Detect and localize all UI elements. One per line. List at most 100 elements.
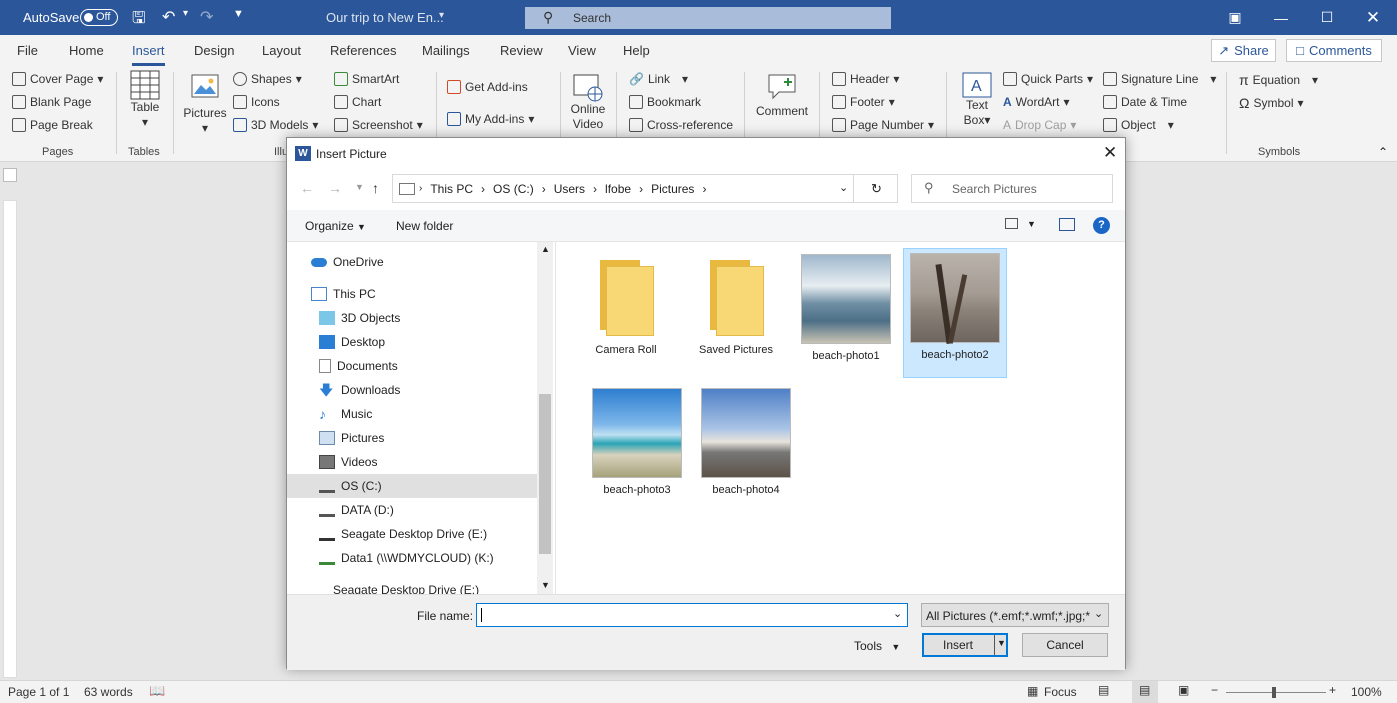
search-box[interactable]: ⚲ Search <box>525 7 891 29</box>
dialog-close-icon[interactable]: ✕ <box>1103 143 1117 163</box>
comment-button[interactable]: Comment <box>754 72 810 119</box>
change-view-icon[interactable] <box>1005 218 1018 229</box>
chevron-down-icon[interactable]: ⌄ <box>893 607 902 620</box>
nav-item-pictures[interactable]: Pictures <box>287 426 537 450</box>
tab-home[interactable]: Home <box>69 43 104 58</box>
insert-button[interactable]: Insert ▼ <box>922 633 1008 657</box>
nav-item-seagate-e[interactable]: Seagate Desktop Drive (E:) <box>287 522 537 546</box>
cross-reference-button[interactable]: Cross-reference <box>629 118 733 132</box>
page-break-button[interactable]: Page Break <box>12 118 93 132</box>
page-count[interactable]: Page 1 of 1 <box>8 685 69 699</box>
signature-line-button[interactable]: Signature Line ▾ <box>1103 72 1216 86</box>
redo-icon[interactable]: ↷ <box>200 7 213 27</box>
blank-page-button[interactable]: Blank Page <box>12 95 91 109</box>
footer-button[interactable]: Footer ▾ <box>832 95 895 109</box>
address-bar[interactable]: › This PC › OS (C:) › Users › lfobe › Pictur… <box>392 174 898 203</box>
cover-page-button[interactable]: Cover Page ▾ <box>12 72 103 86</box>
file-item-beach-photo3[interactable]: beach-photo3 <box>585 384 689 504</box>
breadcrumb-users[interactable]: Users <box>554 182 585 196</box>
autosave-toggle[interactable]: Off <box>80 9 118 26</box>
tab-review[interactable]: Review <box>500 43 543 58</box>
tab-references[interactable]: References <box>330 43 396 58</box>
nav-item-onedrive[interactable]: OneDrive <box>287 250 537 274</box>
drop-cap-button[interactable]: A Drop Cap ▾ <box>1003 118 1076 132</box>
organize-button[interactable]: Organize ▼ <box>305 219 366 233</box>
file-type-select[interactable]: All Pictures (*.emf;*.wmf;*.jpg;* ⌄ <box>921 603 1109 627</box>
quick-parts-button[interactable]: Quick Parts ▾ <box>1003 72 1093 86</box>
wordart-button[interactable]: A WordArt ▾ <box>1003 95 1070 109</box>
object-button[interactable]: Object ▾ <box>1103 118 1174 132</box>
up-folder-icon[interactable]: ↑ <box>372 180 379 196</box>
nav-item-documents[interactable]: Documents <box>287 354 537 378</box>
tab-file[interactable]: File <box>17 43 38 58</box>
undo-dropdown-icon[interactable]: ▾ <box>183 8 188 19</box>
link-button[interactable]: 🔗 Link ▾ <box>629 72 688 86</box>
zoom-in-icon[interactable]: + <box>1329 683 1336 697</box>
nav-item-os-c[interactable]: OS (C:) <box>287 474 537 498</box>
nav-item-music[interactable]: ♪ Music <box>287 402 537 426</box>
save-icon[interactable]: 🖫 <box>132 7 146 34</box>
scroll-down-icon[interactable]: ▼ <box>541 580 550 590</box>
maximize-button[interactable]: ☐ <box>1304 0 1350 35</box>
smartart-button[interactable]: SmartArt <box>334 72 399 86</box>
zoom-out-icon[interactable]: − <box>1211 683 1218 697</box>
share-button[interactable]: ↗ Share <box>1211 39 1276 62</box>
nav-item-desktop[interactable]: Desktop <box>287 330 537 354</box>
text-box-button[interactable]: A Text Box▾ <box>956 72 998 128</box>
focus-label[interactable]: Focus <box>1044 685 1077 699</box>
file-item-beach-photo2[interactable]: beach-photo2 <box>903 248 1007 378</box>
page-number-button[interactable]: Page Number ▾ <box>832 118 934 132</box>
collapse-ribbon-icon[interactable]: ⌃ <box>1378 145 1388 159</box>
customize-toolbar-icon[interactable]: ▼ <box>233 8 244 20</box>
insert-options-icon[interactable]: ▼ <box>997 638 1006 648</box>
tab-insert[interactable]: Insert <box>132 43 165 66</box>
nav-item-downloads[interactable]: 🡇 Downloads <box>287 378 537 402</box>
equation-button[interactable]: π Equation ▾ <box>1239 72 1318 88</box>
word-count[interactable]: 63 words <box>84 685 133 699</box>
nav-item-3d-objects[interactable]: 3D Objects <box>287 306 537 330</box>
breadcrumb-user[interactable]: lfobe <box>605 182 631 196</box>
my-addins-button[interactable]: My Add-ins ▾ <box>447 112 534 126</box>
shapes-button[interactable]: Shapes ▾ <box>233 72 302 86</box>
breadcrumb-os-c[interactable]: OS (C:) <box>493 182 534 196</box>
nav-item-data-d[interactable]: DATA (D:) <box>287 498 537 522</box>
icons-button[interactable]: Icons <box>233 95 280 109</box>
scroll-thumb[interactable] <box>539 394 551 554</box>
3d-models-button[interactable]: 3D Models ▾ <box>233 118 318 132</box>
zoom-thumb[interactable] <box>1272 687 1276 698</box>
tab-design[interactable]: Design <box>194 43 234 58</box>
view-dropdown-icon[interactable]: ▼ <box>1027 219 1036 229</box>
header-button[interactable]: Header ▾ <box>832 72 899 86</box>
pictures-button[interactable]: Pictures ▾ <box>182 74 228 136</box>
symbol-button[interactable]: Ω Symbol ▾ <box>1239 95 1304 111</box>
ribbon-display-icon[interactable]: ▣ <box>1212 0 1258 35</box>
title-chevron-icon[interactable]: ▾ <box>439 10 444 21</box>
filename-input[interactable]: ⌄ <box>476 603 908 627</box>
proofing-icon[interactable]: 📖 <box>149 683 165 699</box>
close-button[interactable]: ✕ <box>1350 0 1396 35</box>
tab-mailings[interactable]: Mailings <box>422 43 470 58</box>
nav-scrollbar[interactable]: ▲ ▼ <box>537 242 553 594</box>
web-layout-icon[interactable]: ▣ <box>1178 683 1189 697</box>
tab-selector[interactable] <box>3 168 17 182</box>
date-time-button[interactable]: Date & Time <box>1103 95 1187 109</box>
focus-icon[interactable]: ▦ <box>1027 684 1038 698</box>
tab-help[interactable]: Help <box>623 43 650 58</box>
forward-icon[interactable]: → <box>328 180 342 196</box>
back-icon[interactable]: ← <box>300 180 314 196</box>
new-folder-button[interactable]: New folder <box>396 219 453 233</box>
bookmark-button[interactable]: Bookmark <box>629 95 701 109</box>
nav-item-videos[interactable]: Videos <box>287 450 537 474</box>
file-item-saved-pictures[interactable]: Saved Pictures <box>684 250 788 370</box>
file-item-beach-photo4[interactable]: beach-photo4 <box>694 384 798 504</box>
undo-icon[interactable]: ↶ <box>162 7 175 27</box>
preview-pane-icon[interactable] <box>1059 218 1075 231</box>
document-title[interactable]: Our trip to New En... <box>326 10 444 25</box>
search-pictures-field[interactable]: ⚲ Search Pictures <box>911 174 1113 203</box>
file-item-beach-photo1[interactable]: beach-photo1 <box>794 250 898 370</box>
recent-locations-icon[interactable]: ▼ <box>355 182 364 192</box>
nav-item-this-pc[interactable]: This PC <box>287 282 537 306</box>
tab-view[interactable]: View <box>568 43 596 58</box>
tab-layout[interactable]: Layout <box>262 43 301 58</box>
nav-item-seagate-e-root[interactable]: Seagate Desktop Drive (E:) <box>287 578 537 594</box>
